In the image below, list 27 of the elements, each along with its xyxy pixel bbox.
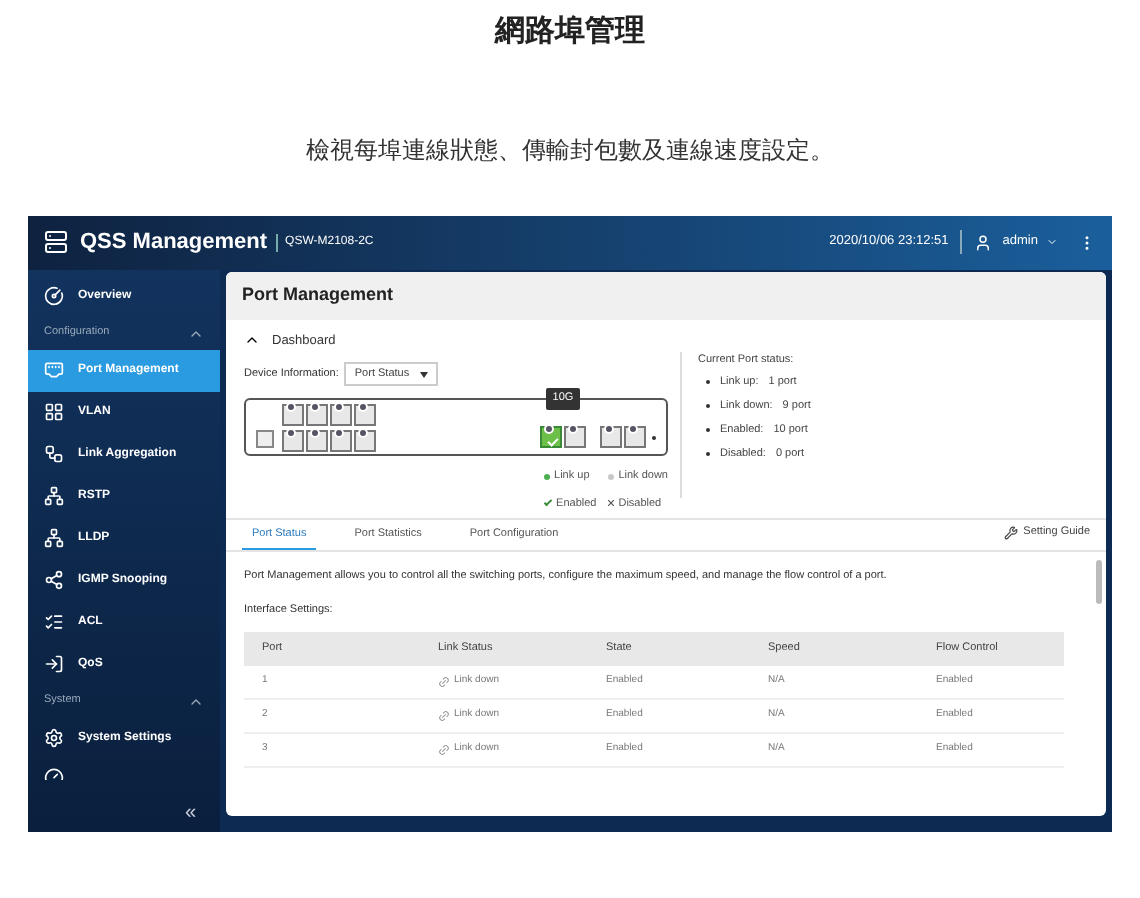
page-title: 網路埠管理 (495, 12, 645, 52)
subtitle: 檢視每埠連線狀態、傳輸封包數及連線速度設定。 (306, 133, 834, 167)
gauge-icon (44, 765, 64, 779)
arrow-in-icon (44, 654, 64, 674)
settings-icon (44, 728, 64, 748)
link-icon (435, 707, 453, 725)
user-icon (974, 233, 993, 251)
app-name: QSS Management (80, 227, 268, 258)
workflow-icon (44, 444, 64, 464)
link-icon (435, 741, 453, 759)
check-icon (543, 498, 553, 507)
ethernet-port-icon (44, 360, 64, 380)
list-icon (44, 612, 64, 632)
gauge-icon (44, 286, 64, 306)
switch-logo-icon (44, 230, 68, 254)
network-icon (44, 486, 64, 506)
link-icon (435, 673, 453, 691)
network-icon (44, 528, 64, 548)
caret-icon (1046, 236, 1058, 248)
console-port-icon (256, 430, 274, 449)
share-icon (44, 570, 64, 590)
grid-icon (44, 402, 64, 422)
wrench-icon (1003, 525, 1018, 540)
panel-title: Port Management (242, 281, 394, 308)
collapse-button[interactable]: « (184, 803, 196, 823)
scrollbar-thumb[interactable] (1095, 559, 1101, 603)
cross-icon (608, 500, 615, 507)
